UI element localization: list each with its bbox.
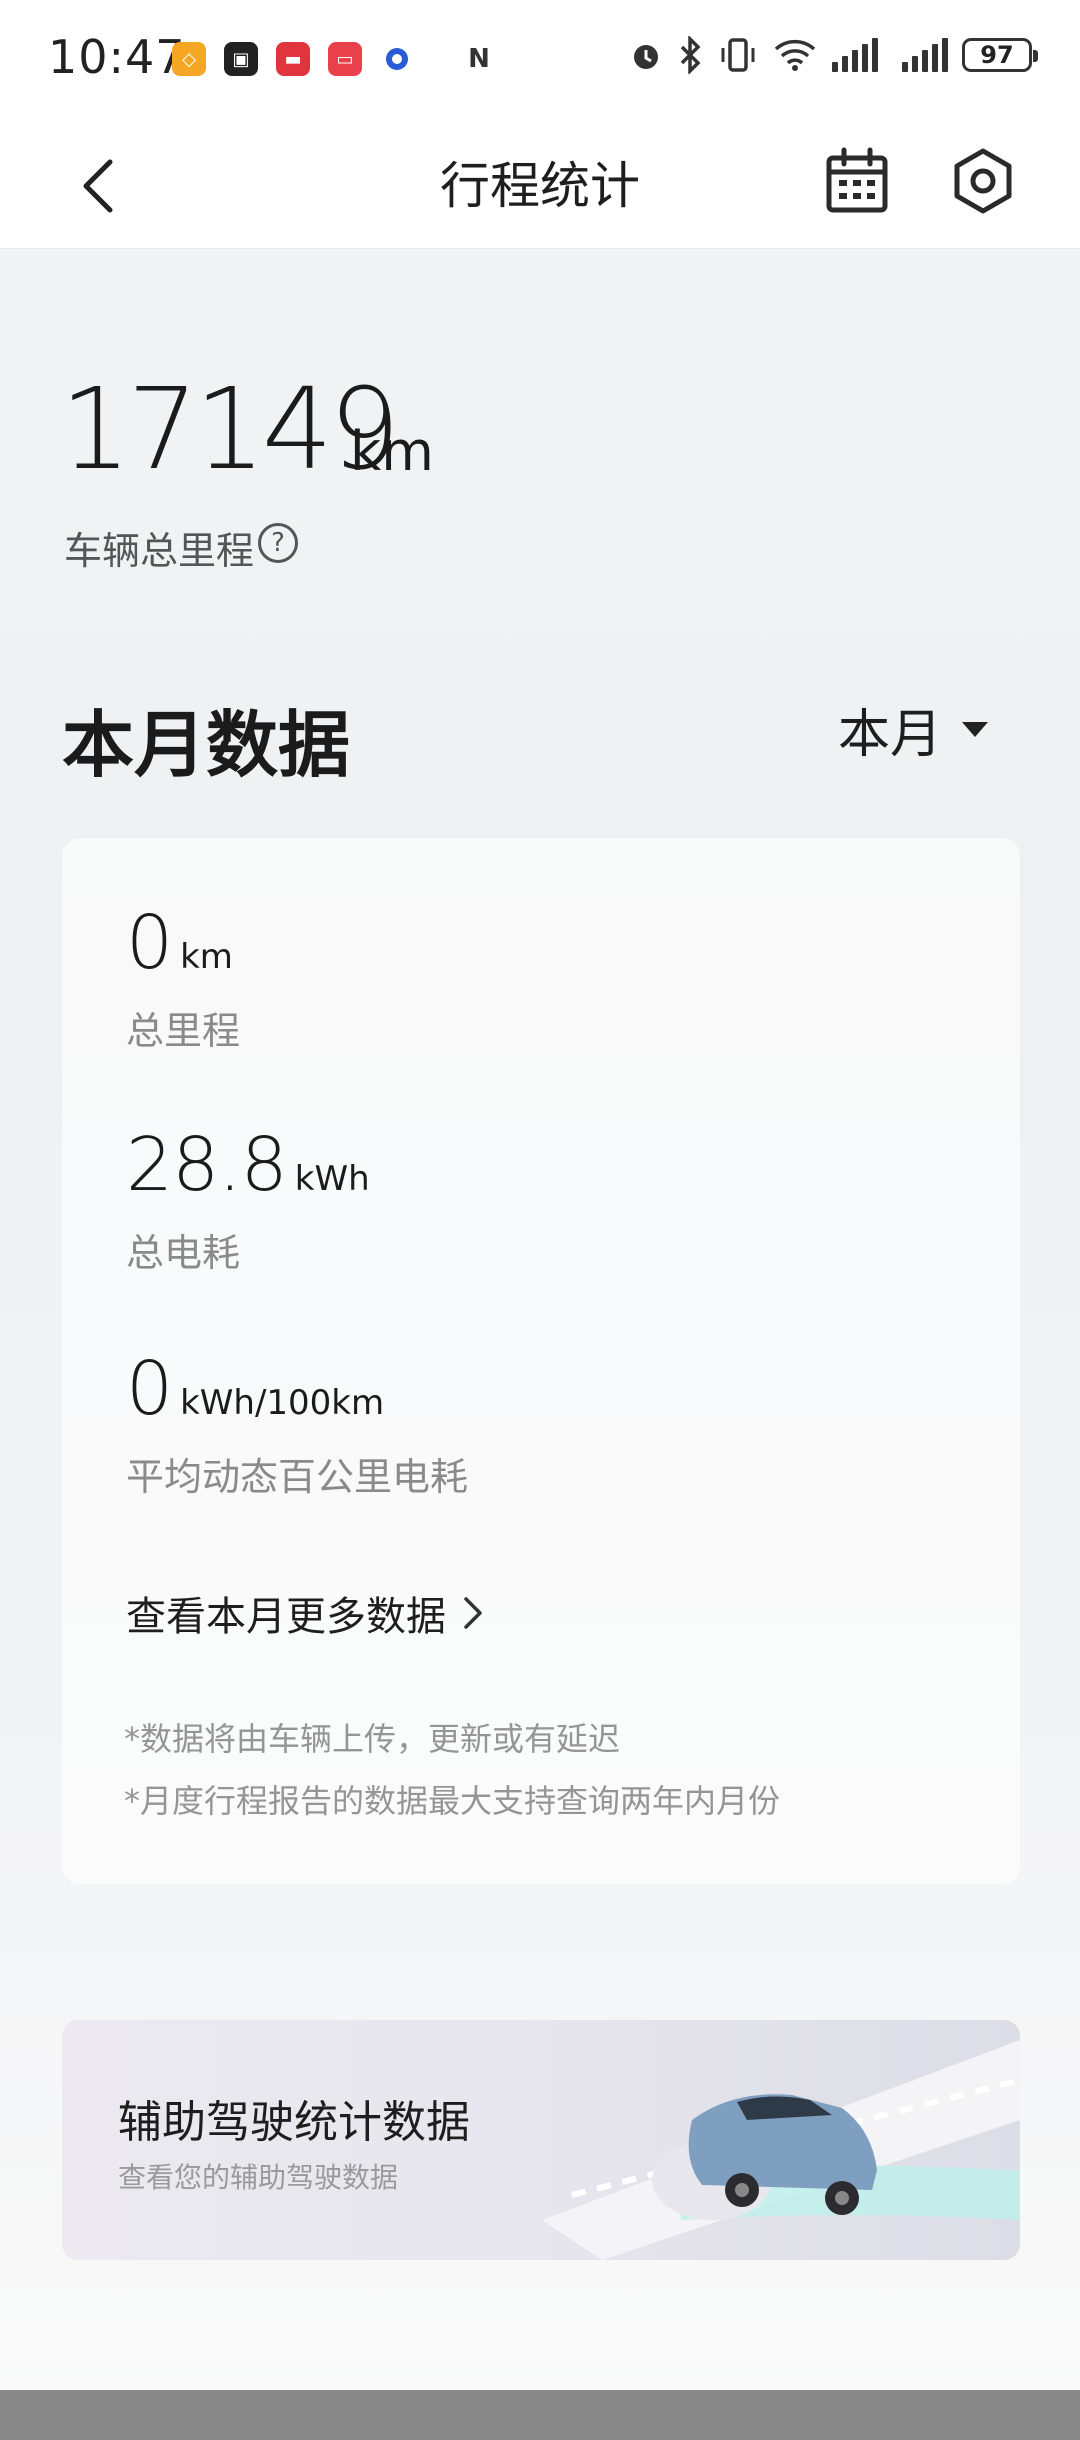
battery-indicator: 97: [962, 38, 1038, 72]
metric-total-energy: 28.8 kWh 总电耗: [126, 1122, 370, 1277]
note-text: *数据将由车辆上传，更新或有延迟: [124, 1720, 621, 1758]
status-bar: 10:47 ◇ ▣ ▬ ▭ N 97: [0, 0, 1080, 120]
caret-down-icon: [962, 721, 989, 737]
notification-icons: ◇ ▣ ▬ ▭ N: [172, 42, 496, 76]
wifi-icon: [774, 39, 816, 71]
car-illustration: [542, 2040, 1020, 2260]
metric-unit: kWh/100km: [180, 1383, 385, 1423]
app-header: 行程统计: [0, 120, 1080, 249]
period-label: 本月: [838, 704, 943, 765]
assisted-driving-banner[interactable]: 辅助驾驶统计数据 查看您的辅助驾驶数据: [62, 2020, 1020, 2260]
metric-label: 总里程: [126, 1009, 241, 1053]
more-data-link[interactable]: 查看本月更多数据: [126, 1584, 484, 1642]
app-notification-icon: ◇: [172, 42, 206, 76]
total-mileage-label: 车辆总里程: [64, 529, 255, 573]
page-title: 行程统计: [440, 157, 640, 215]
calendar-icon: [826, 147, 888, 213]
total-mileage-value: 17149: [60, 365, 400, 495]
monthly-stats-card: 0 km 总里程 28.8 kWh 总电耗 0 kWh/100km 平均动态百公里电耗…: [62, 838, 1020, 1884]
period-dropdown[interactable]: 本月: [838, 696, 989, 765]
bottom-bar: [0, 2390, 1080, 2440]
more-data-label: 查看本月更多数据: [126, 1594, 446, 1640]
hexagon-settings-icon: [954, 148, 1012, 214]
calendar-button[interactable]: [824, 146, 890, 216]
question-circle-icon[interactable]: ?: [258, 523, 298, 563]
chevron-right-icon: [464, 1597, 482, 1629]
metric-unit: km: [180, 937, 233, 977]
banner-title: 辅助驾驶统计数据: [118, 2097, 470, 2148]
alarm-icon: [634, 45, 658, 69]
note-text: *月度行程报告的数据最大支持查询两年内月份: [124, 1782, 781, 1820]
app-notification-icon: [380, 42, 414, 76]
metric-value: 28.8: [126, 1122, 288, 1208]
signal-icon: [832, 38, 878, 72]
app-notification-icon: ▬: [276, 42, 310, 76]
metric-value: 0: [126, 1346, 173, 1432]
metric-value: 0: [126, 900, 173, 986]
metric-total-mileage: 0 km 总里程: [126, 900, 240, 1055]
banner-subtitle: 查看您的辅助驾驶数据: [118, 2161, 399, 2194]
signal-icon: [902, 38, 948, 72]
nfc-icon: N: [462, 42, 496, 76]
metric-label: 平均动态百公里电耗: [126, 1455, 469, 1499]
app-notification-icon: ▣: [224, 42, 258, 76]
settings-button[interactable]: [948, 146, 1018, 216]
app-notification-icon: ▭: [328, 42, 362, 76]
metric-avg-consumption: 0 kWh/100km 平均动态百公里电耗: [126, 1346, 468, 1501]
status-time: 10:47: [48, 30, 186, 84]
status-indicators: 97: [628, 36, 1038, 74]
section-title: 本月数据: [62, 703, 351, 787]
total-mileage-unit: km: [350, 420, 434, 483]
bluetooth-icon: [680, 36, 701, 74]
metric-label: 总电耗: [126, 1231, 241, 1275]
metric-unit: kWh: [294, 1159, 370, 1199]
vibrate-icon: [721, 38, 755, 72]
